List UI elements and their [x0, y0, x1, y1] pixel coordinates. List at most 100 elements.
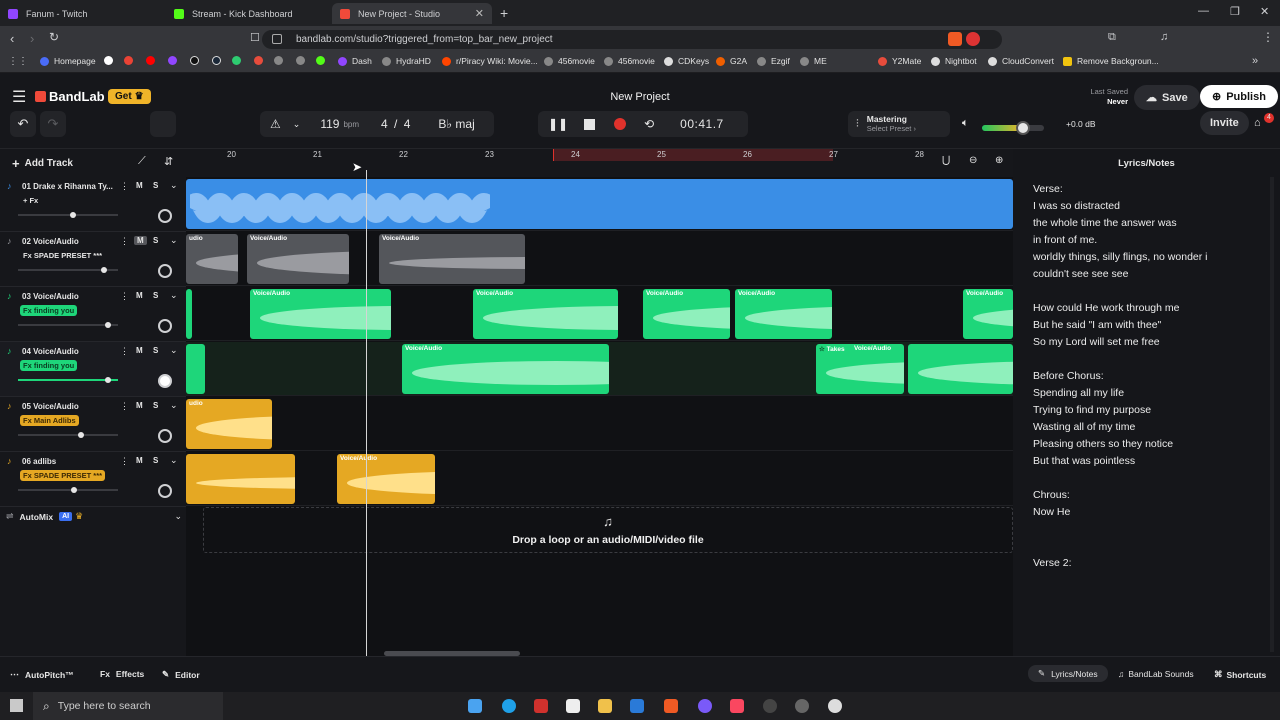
track-volume-slider[interactable] [18, 322, 118, 328]
volume-handle[interactable] [105, 322, 111, 328]
add-track-button[interactable]: + Add Track [12, 156, 73, 171]
track-fx-button[interactable]: Fx finding you [20, 305, 78, 316]
draw-tool-icon[interactable]: ⟋ [138, 155, 146, 168]
snap-magnet-icon[interactable]: ⋃ [942, 155, 950, 166]
time-signature[interactable]: 4 / 4 [381, 117, 410, 131]
metronome-icon[interactable]: ⚠ [270, 117, 281, 131]
app-icon[interactable] [795, 699, 809, 713]
chevron-down-icon[interactable]: ⌄ [170, 455, 178, 466]
stop-icon[interactable] [584, 118, 596, 130]
brave-shield-icon[interactable] [948, 32, 962, 46]
taskbar-search[interactable]: ⌕ Type here to search [33, 692, 223, 720]
chevron-down-icon[interactable]: ⌄ [170, 180, 178, 191]
volume-handle[interactable] [101, 267, 107, 273]
pause-icon[interactable]: ❚❚ [548, 117, 568, 131]
bookmark-ext[interactable] [254, 56, 268, 65]
url-input[interactable]: bandlab.com/studio?triggered_from=top_ba… [262, 30, 1002, 49]
bandlab-logo[interactable]: BandLab [35, 89, 105, 104]
app-icon[interactable] [828, 699, 842, 713]
audio-clip[interactable] [186, 344, 205, 394]
back-icon[interactable]: ‹ [10, 31, 14, 46]
track-name[interactable]: 01 Drake x Rihanna Ty... [22, 182, 113, 191]
track-lane-4[interactable]: Voice/Audio ☆ Takes Voice/Audio [186, 342, 1013, 396]
bandlab-sounds-tab[interactable]: ♫ BandLab Sounds [1118, 669, 1194, 679]
audio-clip[interactable]: Voice/Audio [337, 454, 435, 504]
bookmark-twitch[interactable] [168, 56, 182, 65]
bookmark-icon[interactable]: ☐ [250, 31, 260, 44]
volume-handle[interactable] [78, 432, 84, 438]
track-volume-slider[interactable] [18, 487, 118, 493]
chevron-down-icon[interactable]: ⌄ [170, 235, 178, 246]
track-lane-2[interactable]: udio Voice/Audio Voice/Audio [186, 232, 1013, 286]
bookmark-piracy-wiki[interactable]: r/Piracy Wiki: Movie... [442, 56, 538, 66]
takes-label[interactable]: ☆ Takes [819, 345, 845, 353]
pan-knob[interactable] [158, 209, 172, 223]
mute-button[interactable]: M [136, 291, 143, 300]
bookmark-google[interactable] [104, 56, 118, 65]
minimize-icon[interactable]: — [1198, 5, 1209, 17]
audio-clip[interactable] [908, 344, 1013, 394]
get-membership-button[interactable]: Get ♛ [108, 89, 151, 104]
bookmark-456movie-2[interactable]: 456movie [604, 56, 655, 66]
app-icon[interactable] [534, 699, 548, 713]
pan-knob[interactable] [158, 374, 172, 388]
track-options-icon[interactable]: ⋮ [120, 456, 129, 467]
track-5[interactable]: ♪ 05 Voice/Audio Fx Main Adlibs ⋮ M S ⌄ [0, 397, 186, 452]
lyrics-text[interactable]: Verse: I was so distracted the whole time … [1033, 181, 1273, 572]
solo-button[interactable]: S [153, 181, 158, 190]
audio-clip[interactable]: udio [186, 399, 272, 449]
solo-button[interactable]: S [153, 346, 158, 355]
bookmark-gmail[interactable] [124, 56, 138, 65]
timeline-area[interactable]: 20 21 22 23 24 25 26 27 28 ⋃ ⊖ ⊕ udio Vo… [186, 149, 1013, 656]
track-2[interactable]: ♪ 02 Voice/Audio Fx SPADE PRESET *** ⋮ M… [0, 232, 186, 287]
track-volume-slider[interactable] [18, 432, 118, 438]
redo-icon[interactable]: ↷ [40, 111, 66, 137]
volume-handle[interactable] [70, 212, 76, 218]
track-name[interactable]: 06 adlibs [22, 457, 56, 466]
track-name[interactable]: 03 Voice/Audio [22, 292, 79, 301]
effects-button[interactable]: Fx Effects [100, 669, 144, 679]
bookmark-ezgif[interactable]: Ezgif [757, 56, 790, 66]
pan-knob[interactable] [158, 319, 172, 333]
bookmark-456movie[interactable]: 456movie [544, 56, 595, 66]
apps-grid-icon[interactable]: ⋮⋮ [8, 56, 28, 67]
more-bookmarks-icon[interactable]: » [1252, 55, 1258, 67]
track-options-icon[interactable]: ⋮ [120, 291, 129, 302]
solo-button[interactable]: S [153, 401, 158, 410]
bookmark-homepage[interactable]: Homepage [40, 56, 96, 66]
volume-handle[interactable] [71, 487, 77, 493]
edge-icon[interactable] [502, 699, 516, 713]
mute-button[interactable]: M [134, 236, 147, 245]
brave-rewards-icon[interactable] [966, 32, 980, 46]
solo-button[interactable]: S [153, 456, 158, 465]
copilot-icon[interactable] [468, 699, 482, 713]
audio-clip[interactable]: Voice/Audio [473, 289, 618, 339]
store-icon[interactable] [630, 699, 644, 713]
undo-icon[interactable]: ↶ [10, 111, 36, 137]
mastering-button[interactable]: ⫶ Mastering Select Preset › [848, 111, 950, 137]
drop-zone[interactable]: ♫ Drop a loop or an audio/MIDI/video fil… [203, 507, 1013, 553]
track-fx-button[interactable]: Fx finding you [20, 360, 78, 371]
editor-button[interactable]: ✎ Editor [162, 669, 200, 680]
volume-handle[interactable] [105, 377, 111, 383]
browser-tab-kick[interactable]: Stream - Kick Dashboard [166, 3, 331, 24]
audio-clip[interactable]: Voice/Audio [247, 234, 349, 284]
track-lane-5[interactable]: udio [186, 397, 1013, 451]
timeline-ruler[interactable]: 20 21 22 23 24 25 26 27 28 ⋃ ⊖ ⊕ [186, 149, 1013, 177]
bookmark-tiktok[interactable] [190, 56, 204, 65]
close-tab-icon[interactable]: ✕ [475, 7, 484, 20]
bpm-value[interactable]: 119 [320, 117, 339, 131]
solo-button[interactable]: S [153, 236, 158, 245]
media-icon[interactable]: ♫ [1160, 31, 1168, 43]
reload-icon[interactable]: ↻ [49, 30, 59, 44]
windows-start-icon[interactable] [10, 699, 23, 712]
browser-tab-twitch[interactable]: Fanum - Twitch [0, 3, 165, 24]
bookmark-me[interactable]: ME [800, 56, 827, 66]
chevron-down-icon[interactable]: ⌄ [174, 511, 182, 522]
track-lane-6[interactable]: Voice/Audio [186, 452, 1013, 506]
automix-row[interactable]: ⇌ AutoMix AI ♛ ⌄ [6, 511, 182, 522]
chevron-down-icon[interactable]: ⌄ [170, 290, 178, 301]
audio-clip[interactable]: Voice/Audio [643, 289, 730, 339]
master-volume-slider[interactable] [982, 121, 1044, 135]
save-button[interactable]: ☁ Save [1134, 85, 1200, 110]
